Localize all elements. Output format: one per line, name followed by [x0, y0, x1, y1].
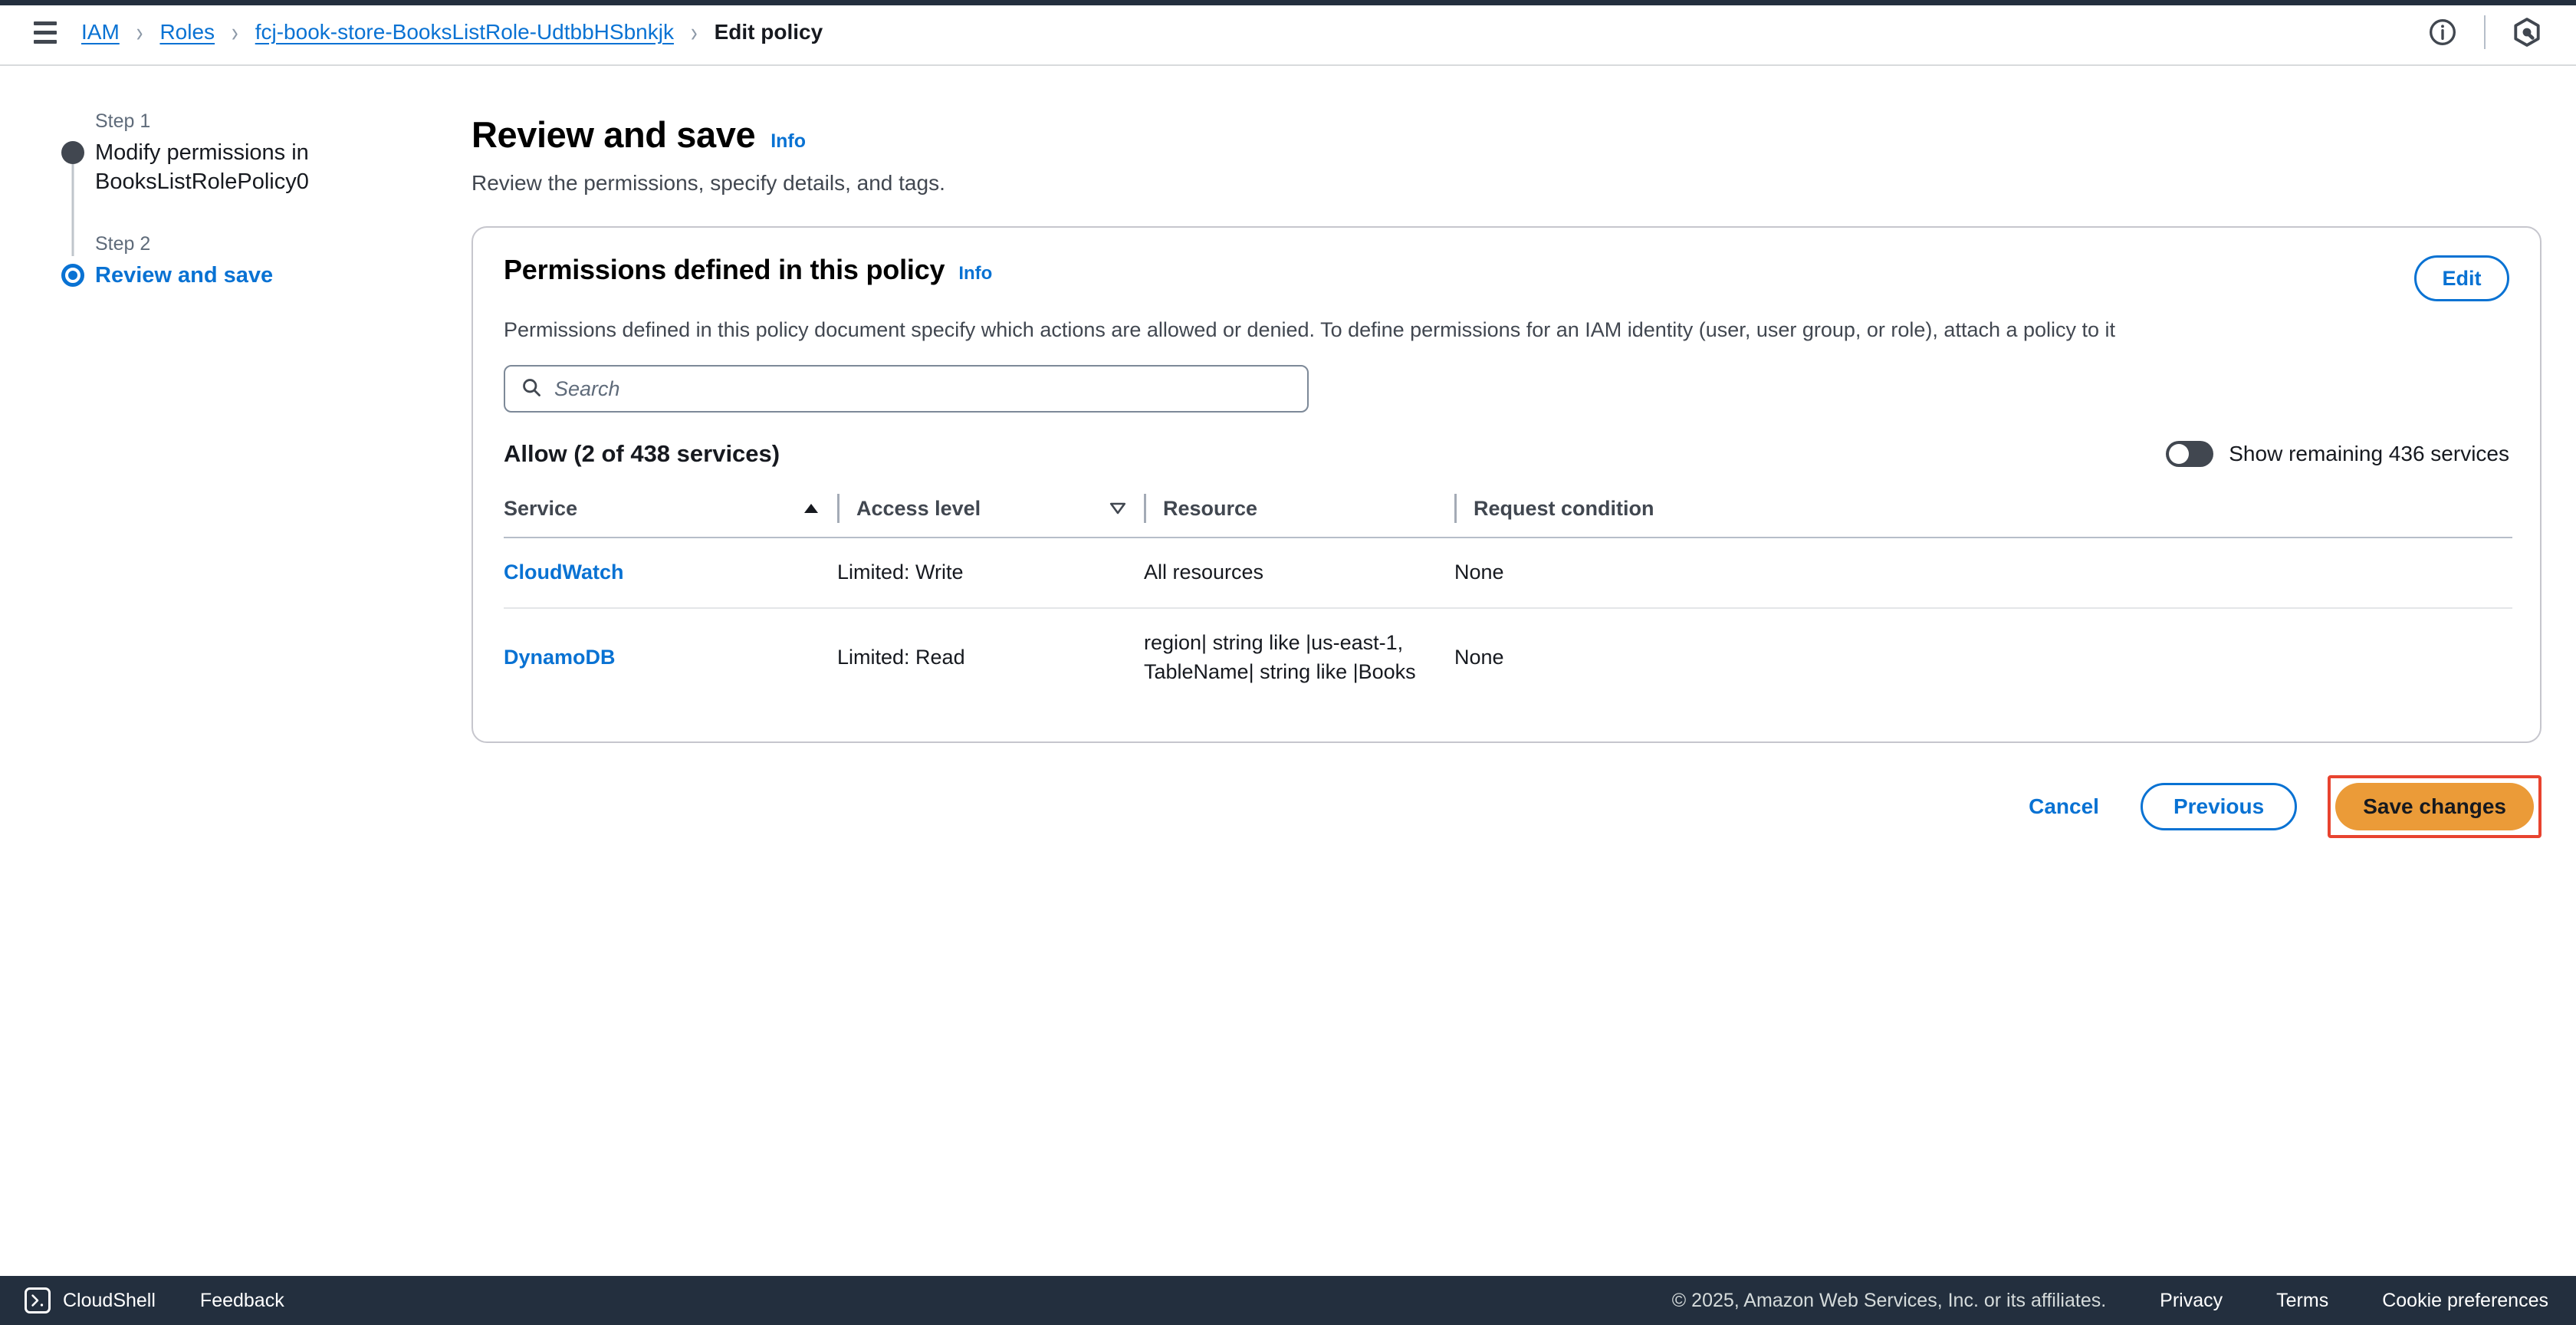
- stepper-step-2[interactable]: Step 2 Review and save: [46, 230, 399, 290]
- table-row: CloudWatch Limited: Write All resources …: [504, 538, 2512, 609]
- wizard-stepper: Step 1 Modify permissions in BooksListRo…: [46, 107, 399, 290]
- column-header-request-condition-label: Request condition: [1474, 496, 1654, 520]
- column-header-resource-label: Resource: [1163, 496, 1258, 520]
- table-row: DynamoDB Limited: Read region| string li…: [504, 608, 2512, 707]
- cell-access-level: Limited: Read: [837, 646, 965, 669]
- page-info-link[interactable]: Info: [770, 130, 806, 153]
- previous-button[interactable]: Previous: [2140, 783, 2298, 831]
- breadcrumb-item-current: Edit policy: [714, 20, 823, 44]
- service-link-cloudwatch[interactable]: CloudWatch: [504, 561, 623, 584]
- column-header-service-label: Service: [504, 496, 578, 520]
- step-1-title[interactable]: Modify permissions in BooksListRolePolic…: [95, 138, 399, 197]
- top-navigation-bar: IAM › Roles › fcj-book-store-BooksListRo…: [0, 0, 2576, 66]
- hamburger-bar: [34, 30, 57, 35]
- column-header-request-condition[interactable]: Request condition: [1454, 485, 2512, 538]
- column-header-access-level[interactable]: Access level: [837, 485, 1144, 538]
- step-marker-active-icon: [61, 264, 84, 288]
- breadcrumb-separator: ›: [232, 16, 238, 48]
- save-changes-highlight: Save changes: [2328, 775, 2542, 839]
- step-2-title[interactable]: Review and save: [95, 261, 399, 290]
- breadcrumb-item-iam[interactable]: IAM: [81, 20, 120, 44]
- copyright-text: © 2025, Amazon Web Services, Inc. or its…: [1671, 1289, 2107, 1311]
- topbar-divider: [2484, 15, 2486, 49]
- permissions-card-header: Permissions defined in this policy Info …: [504, 254, 2509, 301]
- sort-ascending-icon[interactable]: [802, 501, 820, 516]
- column-header-resource[interactable]: Resource: [1144, 485, 1454, 538]
- cancel-button[interactable]: Cancel: [2018, 794, 2110, 819]
- cell-request-condition: None: [1454, 646, 1504, 669]
- feedback-link[interactable]: Feedback: [200, 1290, 284, 1312]
- page-header: Review and save Info: [472, 113, 2542, 156]
- terms-link[interactable]: Terms: [2276, 1290, 2328, 1312]
- cell-request-condition: None: [1454, 538, 2512, 609]
- breadcrumb-separator: ›: [136, 16, 143, 48]
- step-marker-done-icon: [61, 141, 84, 164]
- amazon-q-hexagon-icon[interactable]: [2505, 11, 2548, 54]
- form-actions: Cancel Previous Save changes: [472, 775, 2542, 839]
- cell-resource: All resources: [1144, 538, 1454, 609]
- search-input[interactable]: [554, 367, 1292, 411]
- breadcrumb: IAM › Roles › fcj-book-store-BooksListRo…: [81, 16, 823, 48]
- permissions-card-title: Permissions defined in this policy: [504, 254, 945, 285]
- toggle-switch[interactable]: [2166, 441, 2214, 467]
- breadcrumb-item-role-name[interactable]: fcj-book-store-BooksListRole-UdtbbHSbnkj…: [255, 20, 674, 44]
- service-link-dynamodb[interactable]: DynamoDB: [504, 646, 616, 669]
- allow-heading: Allow (2 of 438 services): [504, 440, 780, 467]
- page-title: Review and save: [472, 114, 756, 155]
- breadcrumb-separator: ›: [690, 16, 698, 48]
- permissions-table: Service Access level Resource Request co…: [504, 485, 2512, 706]
- show-remaining-services-toggle[interactable]: Show remaining 436 services: [2166, 441, 2509, 467]
- hamburger-bar: [34, 21, 57, 25]
- permissions-card-description: Permissions defined in this policy docum…: [504, 318, 2116, 341]
- breadcrumb-item-roles[interactable]: Roles: [159, 20, 215, 44]
- column-divider: [837, 494, 840, 523]
- cloudshell-label: CloudShell: [63, 1289, 156, 1311]
- cell-access-level: Limited: Write: [837, 538, 1144, 609]
- permissions-card: Permissions defined in this policy Info …: [472, 226, 2542, 744]
- sort-descending-icon[interactable]: [1109, 501, 1127, 516]
- table-header-row: Service Access level Resource Request co…: [504, 485, 2512, 538]
- footer-bar: CloudShell Feedback © 2025, Amazon Web S…: [0, 1276, 2576, 1325]
- info-circle-icon[interactable]: [2421, 11, 2464, 54]
- permissions-info-link[interactable]: Info: [958, 263, 992, 284]
- column-divider: [1454, 494, 1457, 523]
- privacy-link[interactable]: Privacy: [2160, 1290, 2223, 1312]
- permissions-card-title-row: Permissions defined in this policy Info: [504, 254, 992, 286]
- column-header-access-level-label: Access level: [856, 496, 981, 520]
- stepper-step-1[interactable]: Step 1 Modify permissions in BooksListRo…: [46, 107, 399, 256]
- permissions-search-box[interactable]: [504, 365, 1309, 413]
- cookie-preferences-link[interactable]: Cookie preferences: [2382, 1290, 2548, 1312]
- step-2-number: Step 2: [95, 233, 151, 255]
- terminal-prompt-icon: [25, 1287, 51, 1313]
- topbar-actions: [2421, 0, 2576, 64]
- cell-service: DynamoDB: [504, 608, 837, 707]
- step-1-number: Step 1: [95, 110, 151, 132]
- allow-section-header: Allow (2 of 438 services) Show remaining…: [504, 440, 2509, 468]
- hamburger-bar: [34, 39, 57, 44]
- cell-resource: region| string like |us-east-1, TableNam…: [1144, 630, 1416, 683]
- column-divider: [1144, 494, 1146, 523]
- search-icon: [521, 376, 542, 402]
- edit-button[interactable]: Edit: [2414, 255, 2509, 301]
- cloudshell-button[interactable]: CloudShell: [25, 1287, 156, 1313]
- hamburger-menu-icon[interactable]: [28, 15, 63, 50]
- footer-right-group: © 2025, Amazon Web Services, Inc. or its…: [1672, 1290, 2576, 1312]
- main-content: Review and save Info Review the permissi…: [472, 113, 2542, 839]
- toggle-label: Show remaining 436 services: [2229, 442, 2509, 465]
- cell-service: CloudWatch: [504, 538, 837, 609]
- page-subtitle: Review the permissions, specify details,…: [472, 171, 945, 195]
- save-changes-button[interactable]: Save changes: [2335, 783, 2534, 831]
- column-header-service[interactable]: Service: [504, 485, 837, 538]
